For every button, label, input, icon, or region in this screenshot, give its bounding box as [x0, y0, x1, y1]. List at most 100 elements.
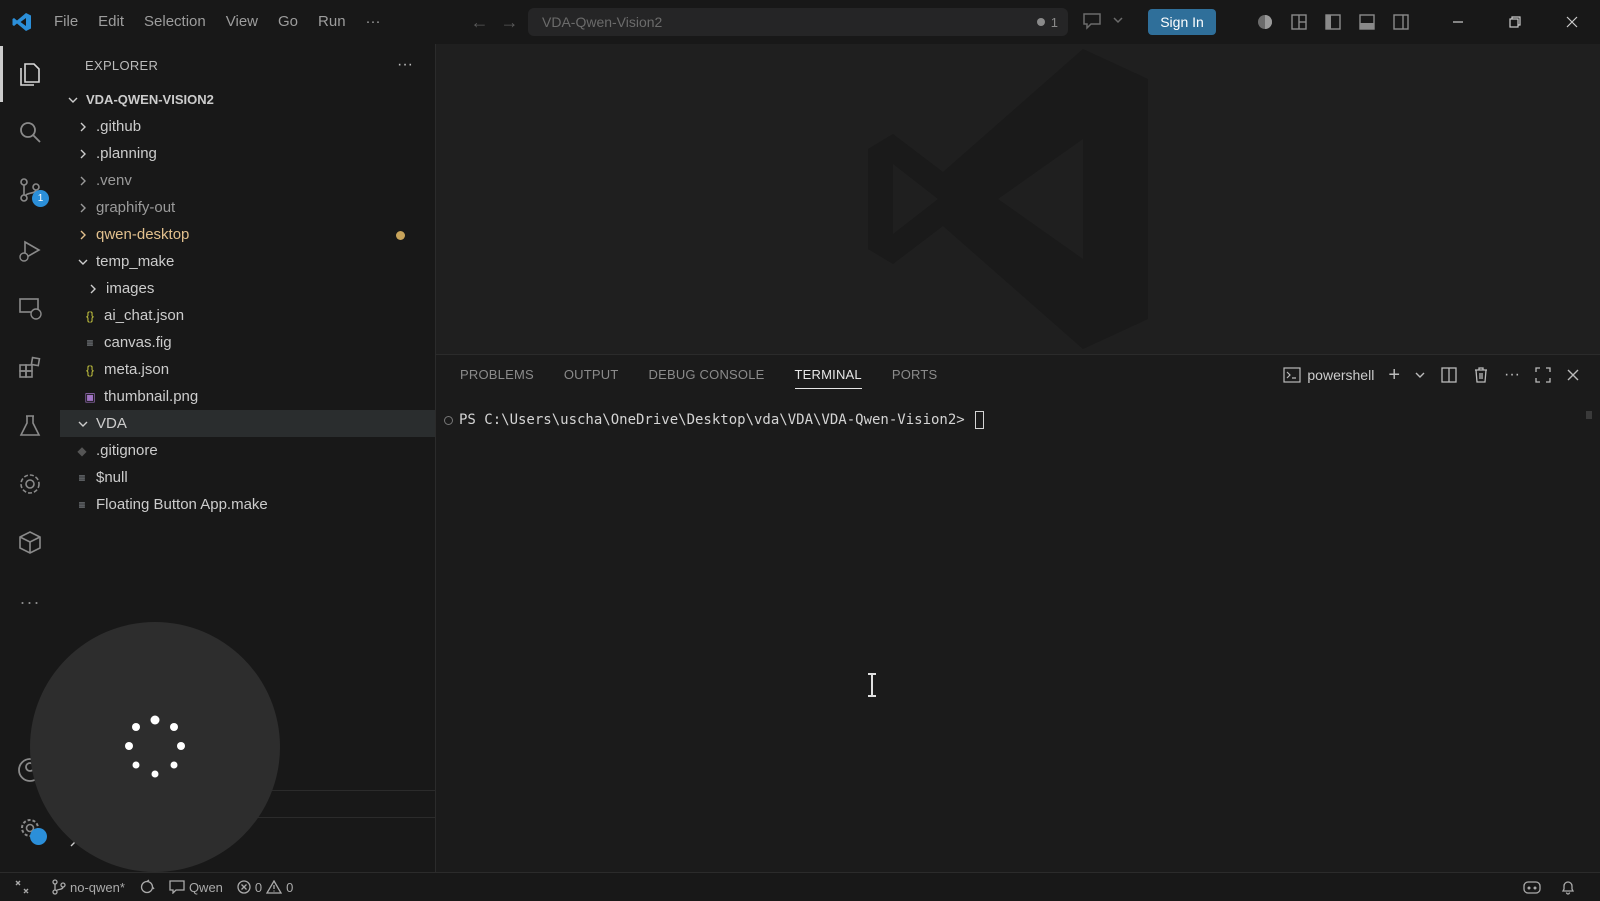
tree-file-meta-json[interactable]: {} meta.json: [60, 356, 435, 383]
command-decoration-icon: [444, 415, 453, 425]
tree-file-ai-chat-json[interactable]: {} ai_chat.json: [60, 302, 435, 329]
sign-in-button[interactable]: Sign In: [1148, 9, 1216, 35]
terminal-prompt-line[interactable]: PS C:\Users\uscha\OneDrive\Desktop\vda\V…: [444, 411, 984, 429]
chat-icon[interactable]: [1082, 12, 1102, 30]
tree-folder-graphify-out[interactable]: graphify-out: [60, 194, 435, 221]
problems-count: 1: [1050, 14, 1058, 30]
layout-customize-icon[interactable]: [1289, 12, 1309, 32]
testing-activity[interactable]: [0, 398, 60, 454]
terminal-cursor: [974, 411, 984, 429]
tree-label: meta.json: [104, 361, 170, 378]
branch-indicator[interactable]: no-qwen*: [52, 879, 125, 895]
chevron-down-icon: [76, 417, 90, 431]
tree-folder-planning[interactable]: .planning: [60, 140, 435, 167]
terminal-scrollbar[interactable]: [1586, 411, 1592, 419]
qwen-chat-status[interactable]: Qwen: [169, 880, 223, 895]
run-debug-activity[interactable]: [0, 222, 60, 278]
container-activity[interactable]: [0, 514, 60, 570]
remote-explorer-activity[interactable]: [0, 280, 60, 336]
problems-status[interactable]: 0 0: [237, 880, 293, 895]
tree-folder-venv[interactable]: .venv: [60, 167, 435, 194]
floating-loading-button[interactable]: [30, 622, 280, 872]
chevron-down-icon: [76, 255, 90, 269]
close-panel-icon[interactable]: [1566, 368, 1580, 382]
tree-label: images: [106, 280, 155, 297]
menu-edit[interactable]: Edit: [88, 0, 134, 44]
tree-folder-images[interactable]: images: [60, 275, 435, 302]
trash-icon[interactable]: [1472, 366, 1490, 384]
split-terminal-icon[interactable]: [1440, 366, 1458, 384]
new-terminal-button[interactable]: +: [1388, 365, 1400, 385]
tree-label: .github: [96, 118, 142, 135]
tree-folder-vda[interactable]: VDA: [60, 410, 435, 437]
close-window-button[interactable]: [1543, 0, 1600, 44]
workspace-root[interactable]: VDA-QWEN-VISION2: [60, 86, 435, 113]
menu-selection[interactable]: Selection: [134, 0, 216, 44]
active-indicator: [0, 46, 3, 102]
source-control-activity[interactable]: 1: [0, 162, 60, 218]
menu-view[interactable]: View: [216, 0, 268, 44]
explorer-title: EXPLORER: [85, 57, 159, 73]
explorer-more-button[interactable]: ···: [397, 56, 413, 74]
branch-name: no-qwen*: [70, 879, 125, 895]
menu-more[interactable]: ···: [356, 0, 391, 44]
tree-folder-temp-make[interactable]: temp_make: [60, 248, 435, 275]
editor-area[interactable]: [436, 44, 1600, 354]
back-arrow-icon[interactable]: ←: [471, 12, 489, 33]
search-icon: [17, 119, 43, 145]
sync-button[interactable]: [139, 879, 155, 895]
toggle-panel-icon[interactable]: [1357, 12, 1377, 32]
tree-folder-github[interactable]: .github: [60, 113, 435, 140]
copilot-status[interactable]: [1522, 879, 1542, 895]
menu-go[interactable]: Go: [268, 0, 308, 44]
copilot-icon: [1523, 881, 1541, 894]
maximize-panel-icon[interactable]: [1534, 366, 1552, 384]
problems-indicator[interactable]: 1: [1036, 14, 1058, 30]
tab-ports[interactable]: PORTS: [892, 355, 938, 395]
tab-debug-console[interactable]: DEBUG CONSOLE: [649, 355, 765, 395]
menu-run[interactable]: Run: [308, 0, 356, 44]
status-bar: no-qwen* Qwen 0 0: [0, 872, 1600, 901]
forward-arrow-icon[interactable]: →: [501, 12, 519, 33]
command-center-search[interactable]: VDA-Qwen-Vision2 1: [528, 8, 1068, 36]
tree-label: temp_make: [96, 253, 175, 270]
panel-tabs: PROBLEMS OUTPUT DEBUG CONSOLE TERMINAL P…: [460, 355, 937, 395]
tree-folder-qwen-desktop[interactable]: qwen-desktop: [60, 221, 435, 248]
menu-file[interactable]: File: [44, 0, 88, 44]
explorer-activity[interactable]: [0, 46, 60, 102]
ellipsis-icon: ···: [19, 591, 41, 612]
dot-icon: [1036, 18, 1045, 26]
search-activity[interactable]: [0, 104, 60, 160]
settings-sync-activity[interactable]: [0, 456, 60, 512]
restore-button[interactable]: [1486, 0, 1543, 44]
modified-dot-icon: [396, 231, 405, 240]
extensions-activity[interactable]: [0, 340, 60, 396]
shell-name: powershell: [1307, 367, 1375, 383]
tree-file-thumbnail-png[interactable]: ▣ thumbnail.png: [60, 383, 435, 410]
chevron-down-icon[interactable]: [1414, 369, 1426, 381]
chevron-down-icon[interactable]: [1112, 14, 1124, 26]
tab-terminal[interactable]: TERMINAL: [794, 355, 863, 395]
chevron-right-icon: [76, 174, 90, 188]
tree-file-canvas-fig[interactable]: ≡ canvas.fig: [60, 329, 435, 356]
remote-indicator[interactable]: [0, 880, 44, 894]
notifications-button[interactable]: [1560, 879, 1576, 895]
chevron-right-icon: [76, 120, 90, 134]
tree-file-gitignore[interactable]: ◆ .gitignore: [60, 437, 435, 464]
chevron-right-icon: [86, 282, 100, 296]
tree-file-floating-button-app[interactable]: ≡ Floating Button App.make: [60, 491, 435, 518]
terminal-shell-selector[interactable]: powershell: [1283, 367, 1374, 383]
tab-problems[interactable]: PROBLEMS: [460, 355, 534, 395]
minimize-button[interactable]: [1429, 0, 1486, 44]
tree-label: Floating Button App.make: [96, 496, 268, 513]
workspace-root-label: VDA-QWEN-VISION2: [86, 92, 214, 107]
run-debug-icon: [17, 237, 43, 263]
error-count: 0: [254, 879, 263, 895]
toggle-secondary-sidebar-icon[interactable]: [1391, 12, 1411, 32]
tree-file-null[interactable]: ≡ $null: [60, 464, 435, 491]
more-actions-icon[interactable]: ···: [1504, 366, 1520, 384]
remote-icon: [15, 880, 29, 894]
copilot-icon[interactable]: [1255, 12, 1275, 32]
toggle-primary-sidebar-icon[interactable]: [1323, 12, 1343, 32]
tab-output[interactable]: OUTPUT: [564, 355, 619, 395]
